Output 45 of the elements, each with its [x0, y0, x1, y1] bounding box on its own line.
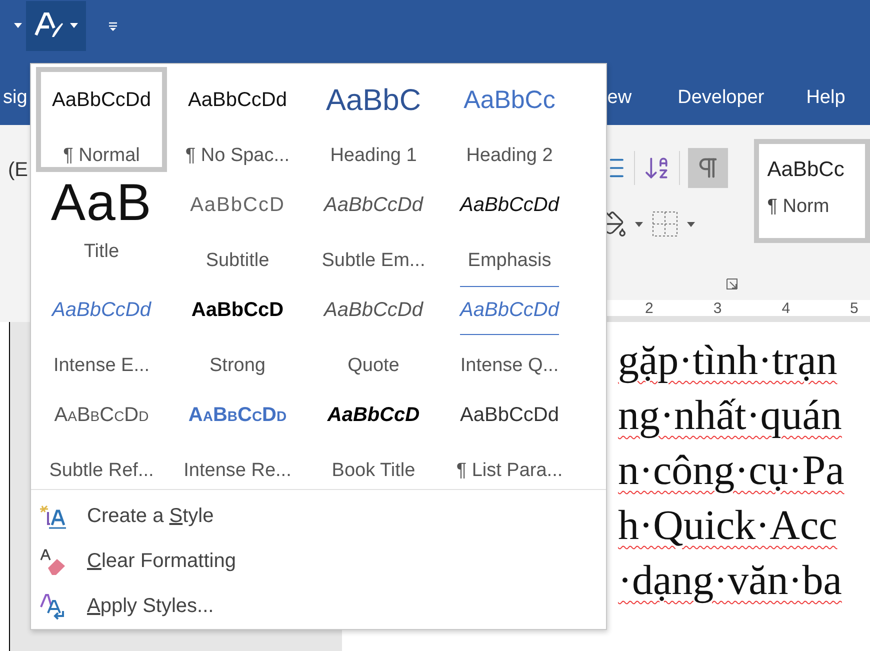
document-text-line: ng·nhất·quán — [618, 392, 843, 441]
style-gallery-item[interactable]: AaBbCcDd Intense Re... — [172, 382, 303, 487]
style-gallery-item[interactable]: AaB Title — [36, 172, 167, 277]
style-gallery-item[interactable]: AaBbCc ¶ Norm — [754, 139, 870, 243]
ruler-number: 3 — [713, 300, 722, 316]
menu-item[interactable]: Create a Style — [31, 494, 606, 539]
style-gallery-item[interactable]: AaBbCcDd Subtle Ref... — [36, 382, 167, 487]
eraser-icon — [39, 548, 67, 576]
borders-icon[interactable] — [650, 210, 679, 238]
document-text-line: n·công·cụ·Pa — [618, 447, 846, 496]
document-text-line: gặp·tình·trạn — [618, 337, 838, 386]
style-gallery-item[interactable]: AaBbCcD Book Title — [308, 382, 439, 487]
style-gallery-item[interactable]: AaBbCcDd Intense Q... — [444, 277, 575, 382]
document-text-line: ·dạng·văn·ba — [618, 557, 843, 606]
new-style-icon — [39, 504, 67, 530]
style-gallery-item[interactable]: AaBbC Heading 1 — [308, 67, 439, 172]
style-gallery-item[interactable]: AaBbCcD Subtitle — [172, 172, 303, 277]
ribbon-tab[interactable]: ew — [607, 79, 632, 109]
style-gallery-item[interactable]: AaBbCcDd ¶ List Para... — [444, 382, 575, 487]
style-gallery-item[interactable]: AaBbCcDd Quote — [308, 277, 439, 382]
ruler-number: 4 — [782, 300, 790, 316]
ribbon-tab[interactable]: Developer — [678, 79, 764, 109]
ruler-number: 5 — [850, 300, 858, 316]
caret-icon — [14, 23, 22, 28]
dialog-launcher-icon[interactable] — [726, 278, 738, 290]
customize-toolbar-icon[interactable] — [108, 20, 118, 30]
style-gallery-item[interactable]: AaBbCcDd Emphasis — [444, 172, 575, 277]
style-gallery-item[interactable]: AaBbCc Heading 2 — [444, 67, 575, 172]
menu-item[interactable]: Apply Styles... — [31, 584, 606, 629]
style-gallery-item[interactable]: AaBbCcDd Subtle Em... — [308, 172, 439, 277]
menu-item[interactable]: Clear Formatting — [31, 539, 606, 584]
show-formatting-marks-button[interactable] — [688, 148, 728, 188]
style-gallery-item[interactable]: AaBbCcD Strong — [172, 277, 303, 382]
ruler-number: 2 — [645, 300, 654, 316]
caret-icon — [70, 23, 78, 28]
style-gallery-item[interactable]: AaBbCcDd ¶ No Spac... — [172, 67, 303, 172]
style-gallery-item[interactable]: AaBbCcDd ¶ Normal — [36, 67, 167, 172]
caret-icon — [634, 222, 643, 226]
caret-icon — [686, 222, 695, 226]
text-style-button[interactable] — [26, 0, 86, 50]
style-gallery-item[interactable]: AaBbCcDd Intense E... — [36, 277, 167, 382]
ribbon-tab[interactable]: sig — [3, 79, 28, 109]
apply-styles-icon — [39, 592, 67, 620]
ribbon-tab[interactable]: Help — [806, 79, 846, 109]
document-text-line: h·Quick·Acc — [618, 502, 838, 551]
